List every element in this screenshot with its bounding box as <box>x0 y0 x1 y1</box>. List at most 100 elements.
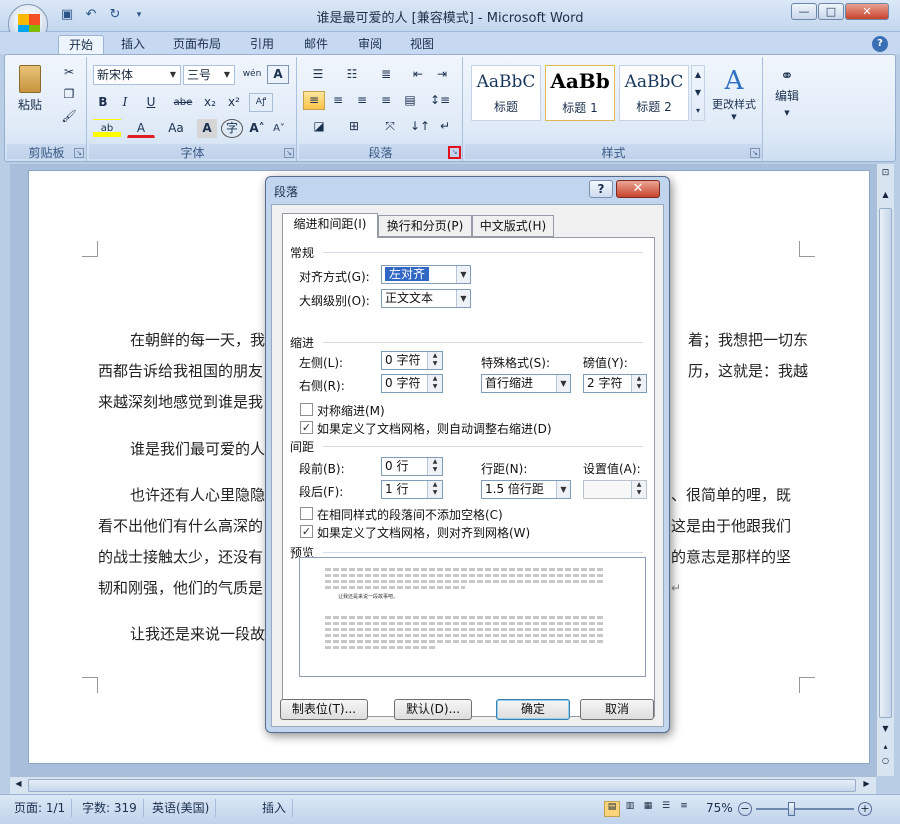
line-spacing-select[interactable]: 1.5 倍行距 ▼ <box>481 480 571 499</box>
increase-indent-icon[interactable]: ⇥ <box>431 65 453 84</box>
bold-button[interactable]: B <box>93 93 113 112</box>
cut-icon[interactable]: ✂ <box>59 63 79 82</box>
pinyin-guide-icon[interactable]: wén <box>241 65 263 84</box>
sort-icon[interactable]: ↓↑ <box>409 117 431 136</box>
editing-button[interactable]: ⚭ 编辑 ▼ <box>769 63 805 127</box>
previous-page-icon[interactable]: ▴ <box>879 742 892 755</box>
zoom-level[interactable]: 75% <box>700 799 739 817</box>
align-center-icon[interactable]: ≡ <box>327 91 349 110</box>
change-case-button[interactable]: Aa <box>161 119 191 138</box>
chevron-down-icon[interactable]: ▼ <box>456 266 470 283</box>
scroll-up-icon[interactable]: ▲ <box>879 190 892 203</box>
alignment-select[interactable]: 左对齐 ▼ <box>381 265 471 284</box>
zoom-slider[interactable] <box>756 808 854 810</box>
spinner-arrows[interactable]: ▲ ▼ <box>631 481 646 498</box>
close-button[interactable]: ✕ <box>845 3 889 20</box>
tabs-button[interactable]: 制表位(T)... <box>280 699 368 720</box>
zoom-in-icon[interactable]: + <box>858 802 872 816</box>
outline-view-icon[interactable]: ☰ <box>658 801 674 817</box>
numbering-icon[interactable]: ☷ <box>337 65 367 84</box>
space-after-spinner[interactable]: 1 行 ▲ ▼ <box>381 480 443 499</box>
page-count[interactable]: 页面: 1/1 <box>8 799 73 817</box>
italic-button[interactable]: I <box>115 93 135 112</box>
format-painter-icon[interactable]: 🖌 <box>59 107 79 126</box>
styles-scroll-icon[interactable]: ▲ ▼ ▾ <box>691 65 705 121</box>
font-name-combo[interactable]: 新宋体 ▼ <box>93 65 181 85</box>
tab-insert[interactable]: 插入 <box>112 35 154 54</box>
no-space-same-style-checkbox[interactable] <box>300 507 313 520</box>
language-status[interactable]: 英语(美国) <box>146 799 217 817</box>
outline-level-select[interactable]: 正文文本 ▼ <box>381 289 471 308</box>
print-layout-icon[interactable]: ▤ <box>604 801 620 817</box>
scroll-thumb[interactable] <box>879 208 892 718</box>
line-spacing-at-spinner[interactable]: ▲ ▼ <box>583 480 647 499</box>
ruler-toggle-icon[interactable]: ⊡ <box>879 168 892 181</box>
web-layout-icon[interactable]: ▦ <box>640 801 656 817</box>
grow-font-icon[interactable]: A˄ <box>247 119 267 138</box>
reading-layout-icon[interactable]: ▥ <box>622 801 638 817</box>
tab-asian-typography[interactable]: 中文版式(H) <box>472 215 554 237</box>
zoom-out-icon[interactable]: − <box>738 802 752 816</box>
underline-button[interactable]: U <box>137 93 165 112</box>
draft-view-icon[interactable]: ≡ <box>676 801 692 817</box>
vertical-scrollbar[interactable]: ⊡ ▲ ▼ ▴ ○ <box>876 164 894 776</box>
cancel-button[interactable]: 取消 <box>580 699 654 720</box>
select-browse-object-icon[interactable]: ○ <box>879 756 892 769</box>
distributed-icon[interactable]: ▤ <box>399 91 421 110</box>
tab-line-page-breaks[interactable]: 换行和分页(P) <box>378 215 472 237</box>
spinner-arrows[interactable]: ▲ ▼ <box>427 352 442 369</box>
style-heading-1[interactable]: AaBb 标题 1 <box>545 65 615 121</box>
dialog-close-button[interactable]: ✕ <box>616 180 660 198</box>
font-color-icon[interactable]: A <box>127 119 155 138</box>
character-border-icon[interactable]: A <box>267 65 289 84</box>
help-icon[interactable]: ? <box>872 36 888 52</box>
character-shading-icon[interactable]: A <box>197 119 217 138</box>
right-indent-spinner[interactable]: 0 字符 ▲ ▼ <box>381 374 443 393</box>
horizontal-scrollbar[interactable]: ◀ ▶ <box>10 776 876 794</box>
clipboard-launcher-icon[interactable]: ↘ <box>74 148 84 158</box>
special-indent-select[interactable]: 首行缩进 ▼ <box>481 374 571 393</box>
set-default-button[interactable]: 默认(D)... <box>394 699 472 720</box>
indent-by-spinner[interactable]: 2 字符 ▲ ▼ <box>583 374 647 393</box>
highlight-color-icon[interactable]: ab <box>93 119 121 138</box>
superscript-button[interactable]: x² <box>223 93 245 112</box>
mirror-indents-checkbox[interactable] <box>300 403 313 416</box>
snap-to-grid-checkbox[interactable]: ✓ <box>300 525 313 538</box>
save-icon[interactable]: ▣ <box>58 6 76 24</box>
scroll-thumb[interactable] <box>28 779 856 792</box>
undo-icon[interactable]: ↶ <box>82 6 100 24</box>
tab-page-layout[interactable]: 页面布局 <box>164 35 230 54</box>
clear-format-icon[interactable]: Aꝭ <box>249 93 273 112</box>
spinner-arrows[interactable]: ▲ ▼ <box>427 375 442 392</box>
bullets-icon[interactable]: ☰ <box>303 65 333 84</box>
font-launcher-icon[interactable]: ↘ <box>284 148 294 158</box>
strikethrough-button[interactable]: abe <box>169 93 197 112</box>
styles-launcher-icon[interactable]: ↘ <box>750 148 760 158</box>
subscript-button[interactable]: x₂ <box>199 93 221 112</box>
maximize-button[interactable]: □ <box>818 3 844 20</box>
chevron-down-icon[interactable]: ▼ <box>556 481 570 498</box>
spinner-arrows[interactable]: ▲ ▼ <box>427 481 442 498</box>
space-before-spinner[interactable]: 0 行 ▲ ▼ <box>381 457 443 476</box>
help-button[interactable]: ? <box>589 180 613 198</box>
minimize-button[interactable]: — <box>791 3 817 20</box>
style-heading-2[interactable]: AaBbC 标题 2 <box>619 65 689 121</box>
tab-home[interactable]: 开始 <box>58 35 104 54</box>
scroll-down-icon[interactable]: ▼ <box>879 724 892 737</box>
customize-qat-icon[interactable]: ▾ <box>130 6 148 24</box>
shrink-font-icon[interactable]: A˅ <box>269 119 289 138</box>
align-left-icon[interactable]: ≡ <box>303 91 325 110</box>
multilevel-list-icon[interactable]: ≣ <box>371 65 401 84</box>
scroll-right-icon[interactable]: ▶ <box>860 779 873 792</box>
tab-indents-spacing[interactable]: 缩进和间距(I) <box>282 213 378 238</box>
change-styles-button[interactable]: A 更改样式 ▼ <box>709 65 759 125</box>
copy-icon[interactable]: ❐ <box>59 85 79 104</box>
zoom-slider-thumb[interactable] <box>788 802 795 816</box>
align-right-icon[interactable]: ≡ <box>351 91 373 110</box>
style-title[interactable]: AaBbC 标题 <box>471 65 541 121</box>
borders-icon[interactable]: ⊞ <box>339 117 369 136</box>
ok-button[interactable]: 确定 <box>496 699 570 720</box>
shading-icon[interactable]: ◪ <box>303 117 335 136</box>
chevron-down-icon[interactable]: ▼ <box>556 375 570 392</box>
chevron-down-icon[interactable]: ▼ <box>456 290 470 307</box>
